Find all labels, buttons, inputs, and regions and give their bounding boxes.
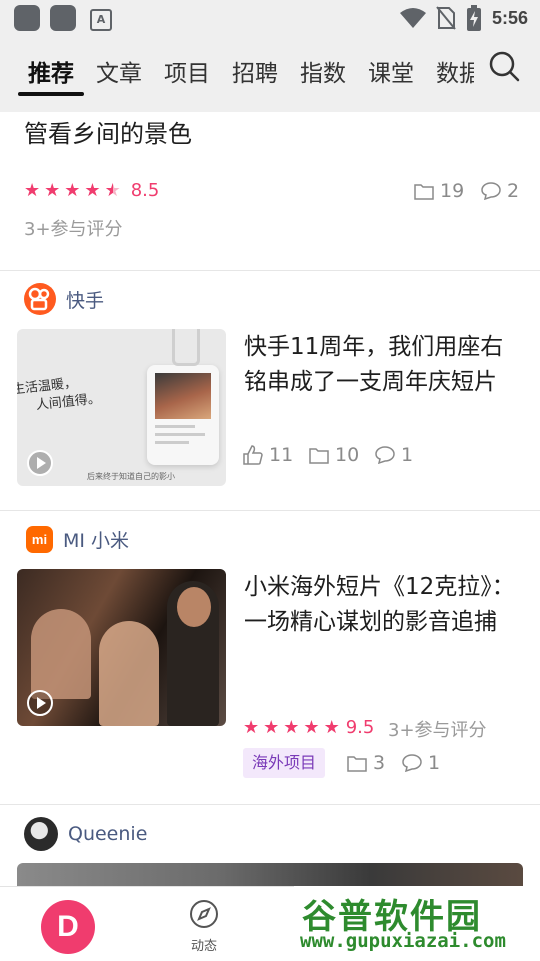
tab-articles[interactable]: 文章 [96,54,142,88]
clock: 5:56 [491,7,528,28]
star-icon: ★ [44,179,61,201]
text-badge-icon: A [90,9,112,31]
search-button[interactable] [488,50,520,86]
feed[interactable]: 管看乡间的景色 ★ ★ ★ ★ ★ 8.5 19 2 3+参与评分 快手 生活温… [0,112,540,886]
comment-icon [375,446,395,464]
author[interactable]: 快手 [24,283,104,315]
post-thumbnail[interactable] [17,569,226,726]
comment-icon [402,754,422,772]
collect-count-value: 3 [373,752,386,774]
home-button[interactable]: D [41,900,95,954]
tab-index[interactable]: 指数 [300,54,346,88]
app-notification-icon [14,5,40,31]
thumb-figure [99,621,159,726]
xiaomi-logo-icon: mi [26,526,53,553]
star-icon: ★ [283,716,300,738]
author[interactable]: Queenie [24,817,147,851]
no-sim-icon [436,6,456,30]
category-tag[interactable]: 海外项目 [243,748,326,778]
tab-recommend[interactable]: 推荐 [28,54,74,88]
tab-data[interactable]: 数据 [436,54,474,88]
star-icon: ★ [24,179,41,201]
raters-count: 3+参与评分 [388,720,487,741]
author-name: 快手 [66,289,105,312]
rating-row: ★ ★ ★ ★ ★ 9.5 [243,717,374,738]
battery-charging-icon [466,5,481,31]
rating-score: 9.5 [345,717,375,738]
collect-count[interactable]: 3 [347,752,385,774]
rating-row: ★ ★ ★ ★ ★ 8.5 [24,180,159,201]
compass-icon [190,900,218,928]
rating-score: 8.5 [130,180,160,201]
avatar [24,817,58,851]
star-icon: ★ [323,716,340,738]
lanyard-clip [172,329,200,366]
category-tabs: 推荐 文章 项目 招聘 指数 课堂 数据 [0,36,540,112]
post-thumbnail[interactable]: 生活温暖， 人间值得。 后来终于知道自己的影小 [17,329,226,486]
thumb-text: 生活温暖， 人间值得。 [17,375,102,414]
tab-jobs[interactable]: 招聘 [232,54,278,88]
author-name: MI 小米 [63,530,130,552]
like-count[interactable]: 11 [243,444,293,466]
nav-dynamic[interactable]: 动态 [184,899,224,954]
star-icon: ★ [263,716,280,738]
collect-count[interactable]: 19 [414,180,464,202]
folder-icon [309,447,329,464]
tab-classroom[interactable]: 课堂 [368,54,414,88]
thumb-figure [31,609,91,699]
watermark: 谷普软件园 www.gupuxiazai.com [294,886,540,960]
star-icon: ★ [303,716,320,738]
star-icon: ★ [84,179,101,201]
wifi-icon [399,8,426,28]
collect-count-value: 19 [440,180,465,202]
post-thumbnail[interactable] [17,863,523,886]
star-icon: ★ [64,179,81,201]
half-star-icon: ★ [104,179,121,201]
comment-count[interactable]: 1 [402,752,440,774]
collect-count-value: 10 [335,444,360,466]
kuaishou-logo-icon [24,283,56,315]
badge-card-image [147,365,219,465]
comment-count-value: 2 [507,180,520,202]
star-icon: ★ [243,716,260,738]
app-notification-icon-2 [50,5,76,31]
raters-count: 3+参与评分 [24,219,123,240]
thumb-caption: 后来终于知道自己的影小 [87,472,175,481]
thumbs-up-icon [243,445,263,465]
post-title[interactable]: 快手11周年，我们用座右铭串成了一支周年庆短片 [244,330,526,400]
comment-icon [481,182,501,200]
post-title[interactable]: 管看乡间的景色 [24,114,192,149]
thumb-figure-face [177,587,211,627]
play-icon[interactable] [27,690,53,716]
tab-projects[interactable]: 项目 [164,54,210,88]
active-tab-indicator [18,92,84,96]
collect-count[interactable]: 10 [309,444,359,466]
author-name: Queenie [68,823,148,845]
author[interactable]: mi MI 小米 [26,526,129,553]
like-count-value: 11 [269,444,294,466]
comment-count[interactable]: 1 [375,444,413,466]
folder-icon [347,755,367,772]
divider [0,510,540,511]
folder-icon [414,183,434,200]
comment-count[interactable]: 2 [481,180,519,202]
divider [0,804,540,805]
divider [0,270,540,271]
status-bar: A 5:56 [0,0,540,36]
post-title[interactable]: 小米海外短片《12克拉》：一场精心谋划的影音追捕 [244,570,526,640]
watermark-url: www.gupuxiazai.com [300,930,506,952]
play-icon[interactable] [27,450,53,476]
comment-count-value: 1 [401,444,414,466]
comment-count-value: 1 [428,752,441,774]
search-icon [489,51,520,82]
nav-dynamic-label: 动态 [190,939,217,954]
